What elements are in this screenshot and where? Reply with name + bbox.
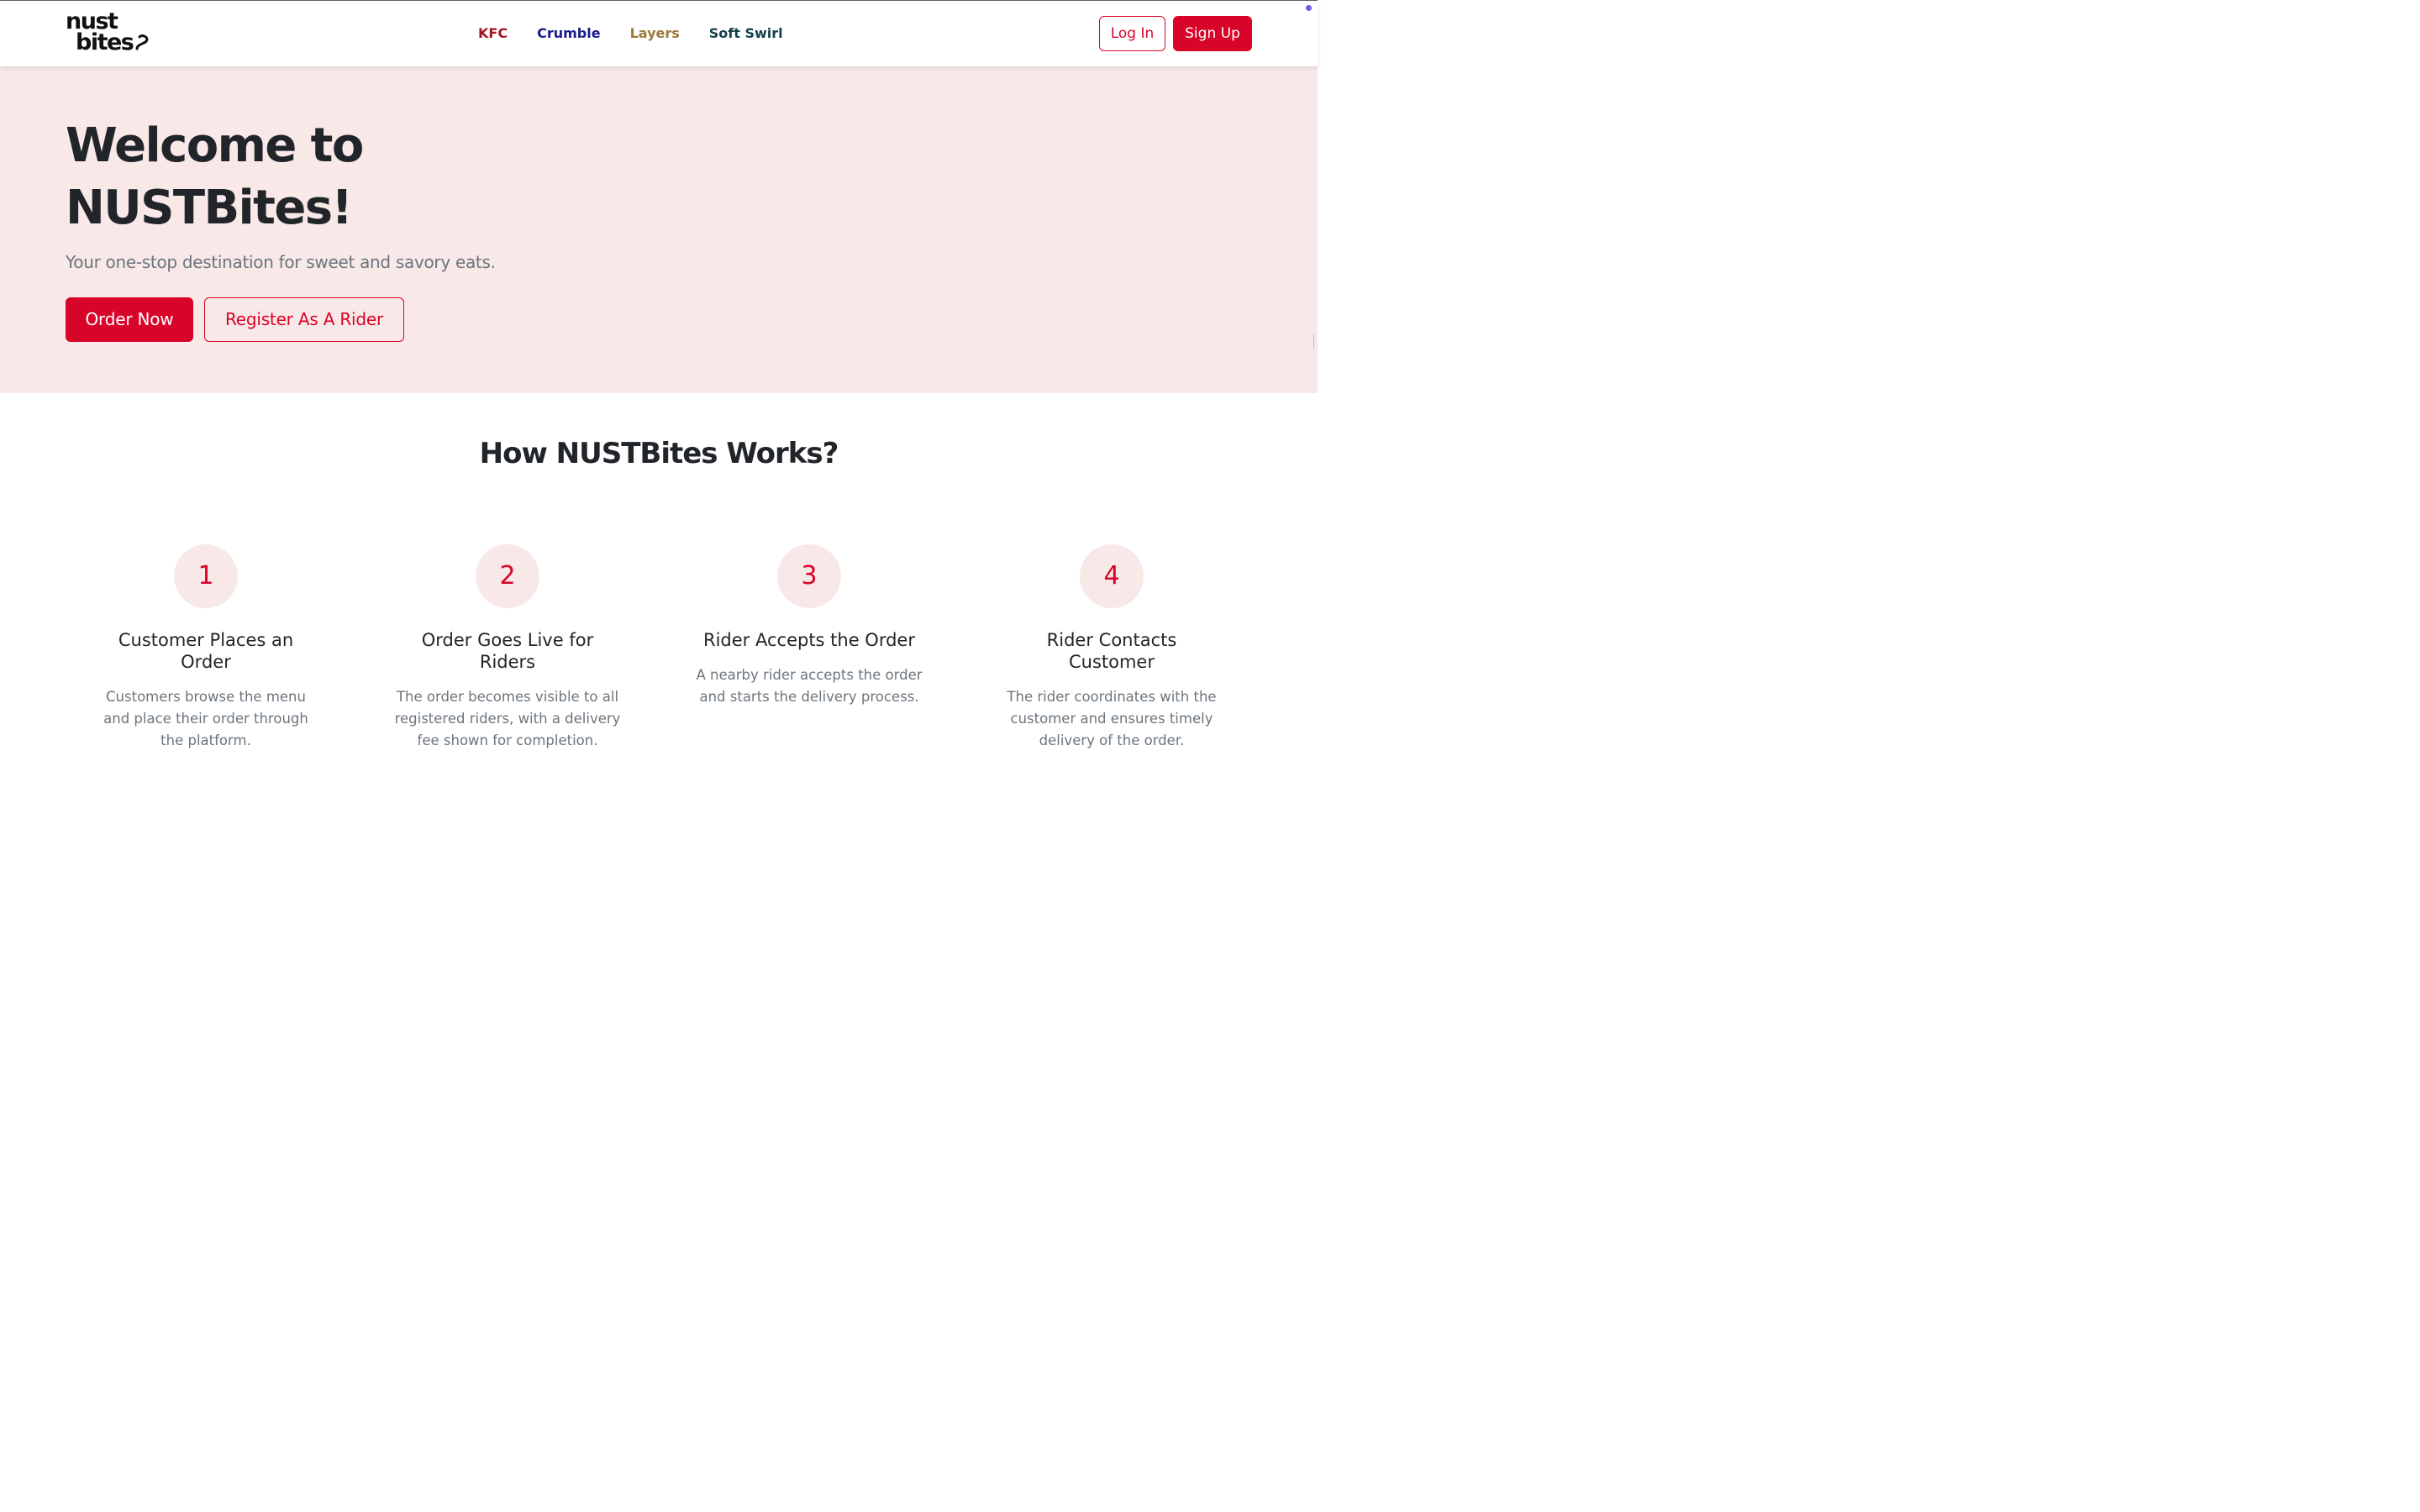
step-title: Order Goes Live for Riders xyxy=(421,630,594,672)
brand-link-layers[interactable]: Layers xyxy=(630,24,680,43)
step-title: Customer Places an Order xyxy=(118,630,294,672)
page-edge-handle xyxy=(1313,333,1318,349)
step-title: Rider Contacts Customer xyxy=(1046,630,1177,672)
step-number-badge: 2 xyxy=(476,544,539,608)
step-description: The rider coordinates with the customer … xyxy=(1007,689,1217,748)
brand-link-soft-swirl[interactable]: Soft Swirl xyxy=(709,24,783,43)
hero-section: Welcome to NUSTBites! Your one-stop dest… xyxy=(0,66,1318,393)
step-card: 4 Rider Contacts Customer The rider coor… xyxy=(986,544,1238,752)
navbar: nust bites KFC Crumble Layers Soft Swirl… xyxy=(0,1,1318,66)
hero-subtitle: Your one-stop destination for sweet and … xyxy=(66,252,496,272)
step-number-badge: 4 xyxy=(1080,544,1144,608)
logo-text-bites: bites xyxy=(76,29,134,55)
how-it-works-title: How NUSTBites Works? xyxy=(479,437,839,470)
register-rider-button[interactable]: Register As A Rider xyxy=(204,297,404,342)
brand-link-crumble[interactable]: Crumble xyxy=(537,24,600,43)
step-description: The order becomes visible to all registe… xyxy=(394,689,621,748)
step-number-badge: 1 xyxy=(174,544,238,608)
nustbites-logo[interactable]: nust bites xyxy=(66,10,153,60)
hero-title: Welcome to NUSTBites! xyxy=(66,118,364,235)
notification-dot xyxy=(1306,5,1312,11)
step-card: 1 Customer Places an Order Customers bro… xyxy=(80,544,332,752)
step-title: Rider Accepts the Order xyxy=(703,630,915,650)
step-card: 3 Rider Accepts the Order A nearby rider… xyxy=(683,544,935,708)
brand-nav: KFC Crumble Layers Soft Swirl xyxy=(478,24,783,43)
step-description: A nearby rider accepts the order and sta… xyxy=(696,667,923,705)
order-now-button[interactable]: Order Now xyxy=(66,297,193,342)
step-card: 2 Order Goes Live for Riders The order b… xyxy=(381,544,634,752)
step-description: Customers browse the menu and place thei… xyxy=(103,689,308,748)
signup-button[interactable]: Sign Up xyxy=(1173,16,1252,51)
step-number-badge: 3 xyxy=(777,544,841,608)
login-button[interactable]: Log In xyxy=(1099,16,1165,51)
brand-link-kfc[interactable]: KFC xyxy=(478,24,508,43)
logo-swirl-icon xyxy=(135,34,149,50)
